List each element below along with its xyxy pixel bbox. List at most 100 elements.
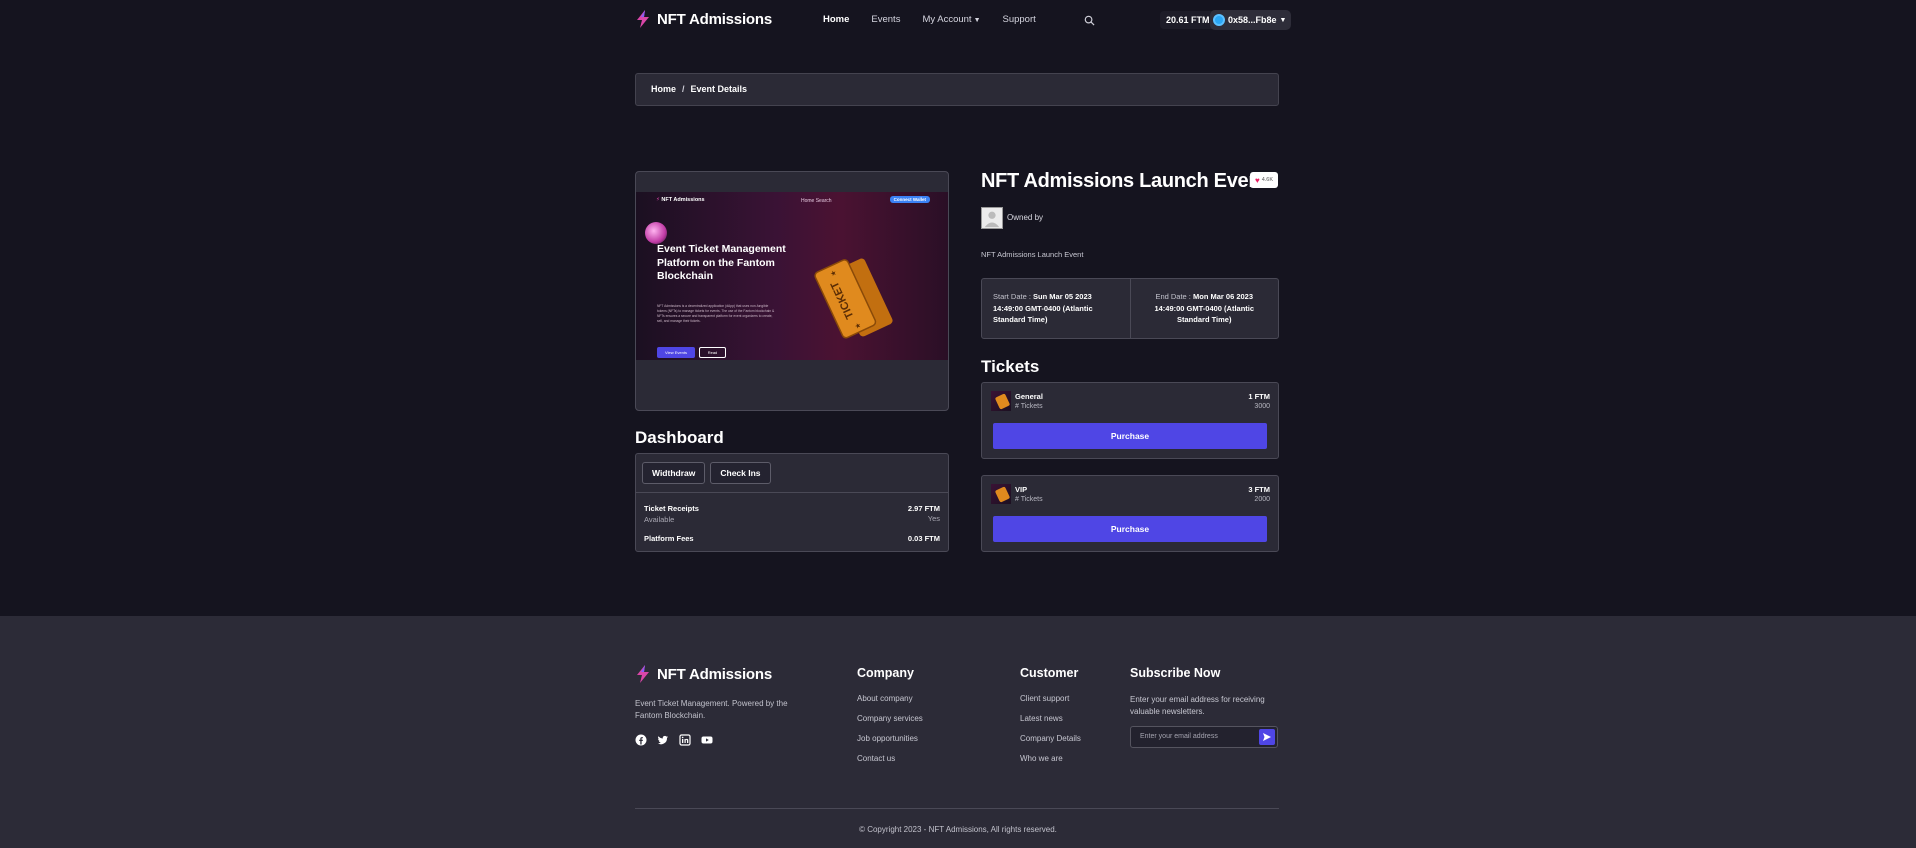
subscribe-heading: Subscribe Now (1130, 666, 1221, 680)
ticket-thumbnail (991, 484, 1011, 504)
send-button[interactable] (1259, 729, 1275, 745)
ticket-price: 1 FTM (1248, 392, 1270, 401)
user-icon (984, 211, 1000, 228)
ticket-price: 3 FTM (1248, 485, 1270, 494)
preview-orb (645, 222, 667, 244)
heart-icon: ♥ (1254, 175, 1260, 185)
customer-heading: Customer (1020, 666, 1079, 680)
preview-brand: ⚡ NFT Admissions (656, 197, 705, 203)
social-links (635, 733, 713, 746)
preview-description: NFT Admissions is a decentralized applic… (657, 304, 775, 323)
start-date: Start Date : Sun Mar 05 2023 14:49:00 GM… (982, 279, 1130, 338)
breadcrumb-separator: / (682, 84, 685, 94)
who-we-are-link[interactable]: Who we are (1020, 754, 1081, 763)
dashboard-title: Dashboard (635, 428, 724, 447)
event-description: NFT Admissions Launch Event (981, 250, 1084, 259)
event-dates: Start Date : Sun Mar 05 2023 14:49:00 GM… (981, 278, 1279, 339)
like-button[interactable]: ♥ 4.6K (1250, 172, 1278, 188)
ticket-quantity: 2000 (1254, 496, 1270, 503)
start-date-label: Start Date : (993, 292, 1031, 301)
copyright: © Copyright 2023 - NFT Admissions, All r… (859, 825, 1057, 834)
ticket-quantity: 3000 (1254, 403, 1270, 410)
preview-read-button: Read (699, 347, 726, 358)
platform-fees-label: Platform Fees (644, 534, 694, 543)
preview-brand-text: NFT Admissions (661, 197, 705, 203)
footer-divider (635, 808, 1279, 809)
preview-nav-links: Home Search (801, 198, 832, 204)
purchase-button[interactable]: Purchase (993, 423, 1267, 449)
chevron-down-icon: ▼ (1279, 16, 1287, 24)
owned-by-label: Owned by (1007, 213, 1044, 222)
search-icon[interactable] (1084, 15, 1095, 26)
end-date-label: End Date : (1155, 292, 1191, 301)
brand-logo[interactable]: NFT Admissions (635, 10, 772, 28)
subscribe-description: Enter your email address for receiving v… (1130, 695, 1265, 716)
header: NFT Admissions Home Events My Account ▼ S… (0, 0, 1916, 40)
preview-connect-button: Connect Wallet (889, 196, 930, 203)
company-heading: Company (857, 666, 914, 680)
company-services-link[interactable]: Company services (857, 714, 923, 723)
preview-title: Event Ticket Management Platform on the … (657, 243, 786, 282)
nav-events[interactable]: Events (871, 14, 900, 25)
breadcrumb: Home / Event Details (635, 73, 1279, 106)
dashboard-panel: Widthdraw Check Ins Ticket Receipts Avai… (635, 453, 949, 552)
wallet-button[interactable]: 0x58...Fb8e ▼ (1210, 10, 1292, 30)
ticket-thumbnail (991, 391, 1011, 411)
ticket-receipts-value: 2.97 FTM (907, 504, 940, 513)
end-date: End Date : Mon Mar 06 2023 14:49:00 GMT-… (1129, 279, 1279, 338)
company-details-link[interactable]: Company Details (1020, 734, 1081, 743)
purchase-button[interactable]: Purchase (993, 516, 1267, 542)
breadcrumb-home[interactable]: Home (651, 84, 676, 94)
ticket-receipts-row: Ticket Receipts Available 2.97 FTM Yes (644, 504, 940, 524)
footer: NFT Admissions Event Ticket Management. … (0, 616, 1916, 848)
footer-subscribe-column: Subscribe Now Enter your email address f… (1130, 666, 1280, 748)
wallet-address: 0x58...Fb8e (1228, 15, 1277, 25)
send-icon (1263, 733, 1271, 741)
facebook-icon[interactable] (635, 733, 647, 746)
ticket-name: VIP (1015, 485, 1028, 494)
linkedin-icon[interactable] (679, 733, 691, 746)
main-nav: Home Events My Account ▼ Support (823, 14, 1058, 25)
client-support-link[interactable]: Client support (1020, 694, 1081, 703)
footer-brand-logo[interactable]: NFT Admissions (635, 665, 772, 683)
latest-news-link[interactable]: Latest news (1020, 714, 1081, 723)
job-opportunities-link[interactable]: Job opportunities (857, 734, 923, 743)
ticket-sub: # Tickets (1015, 403, 1043, 410)
owner-avatar[interactable] (981, 207, 1003, 229)
logo-icon (637, 10, 649, 28)
tickets-title: Tickets (981, 357, 1040, 376)
footer-brand-name: NFT Admissions (657, 665, 772, 683)
preview-screenshot: ⚡ NFT Admissions Home Search Connect Wal… (636, 192, 948, 360)
ticket-card-general: General # Tickets 1 FTM 3000 Purchase (981, 382, 1279, 459)
contact-us-link[interactable]: Contact us (857, 754, 923, 763)
email-input[interactable]: Enter your email address (1130, 726, 1278, 748)
logo-icon: ⚡ (656, 197, 660, 203)
footer-company-column: Company About company Company services J… (857, 666, 923, 774)
like-count: 4.6K (1261, 177, 1274, 183)
ticket-name: General (1015, 392, 1043, 401)
about-company-link[interactable]: About company (857, 694, 923, 703)
ticket-sub: # Tickets (1015, 496, 1043, 503)
youtube-icon[interactable] (701, 733, 713, 745)
footer-customer-column: Customer Client support Latest news Comp… (1020, 666, 1081, 774)
wallet-balance: 20.61 FTM (1160, 11, 1216, 29)
event-preview-image: ⚡ NFT Admissions Home Search Connect Wal… (635, 171, 949, 411)
check-ins-button[interactable]: Check Ins (710, 462, 771, 484)
dashboard-tabs: Widthdraw Check Ins (642, 462, 771, 484)
ticket-illustration-icon: TICKET ★ ★ (814, 258, 893, 339)
ticket-receipts-label: Ticket Receipts (644, 504, 699, 513)
withdraw-button[interactable]: Widthdraw (642, 462, 706, 484)
chevron-down-icon: ▼ (973, 17, 981, 24)
ticket-card-vip: VIP # Tickets 3 FTM 2000 Purchase (981, 475, 1279, 552)
event-title: NFT Admissions Launch Event (981, 170, 1267, 192)
divider (636, 492, 948, 493)
nav-home[interactable]: Home (823, 14, 849, 25)
email-placeholder: Enter your email address (1140, 733, 1218, 740)
preview-nav: ⚡ NFT Admissions Home Search Connect Wal… (656, 196, 930, 207)
nav-support[interactable]: Support (1003, 14, 1036, 25)
available-label: Available (644, 515, 675, 524)
footer-description: Event Ticket Management. Powered by the … (635, 699, 788, 720)
nav-my-account[interactable]: My Account ▼ (922, 14, 980, 25)
logo-icon (637, 665, 649, 683)
twitter-icon[interactable] (657, 733, 669, 745)
